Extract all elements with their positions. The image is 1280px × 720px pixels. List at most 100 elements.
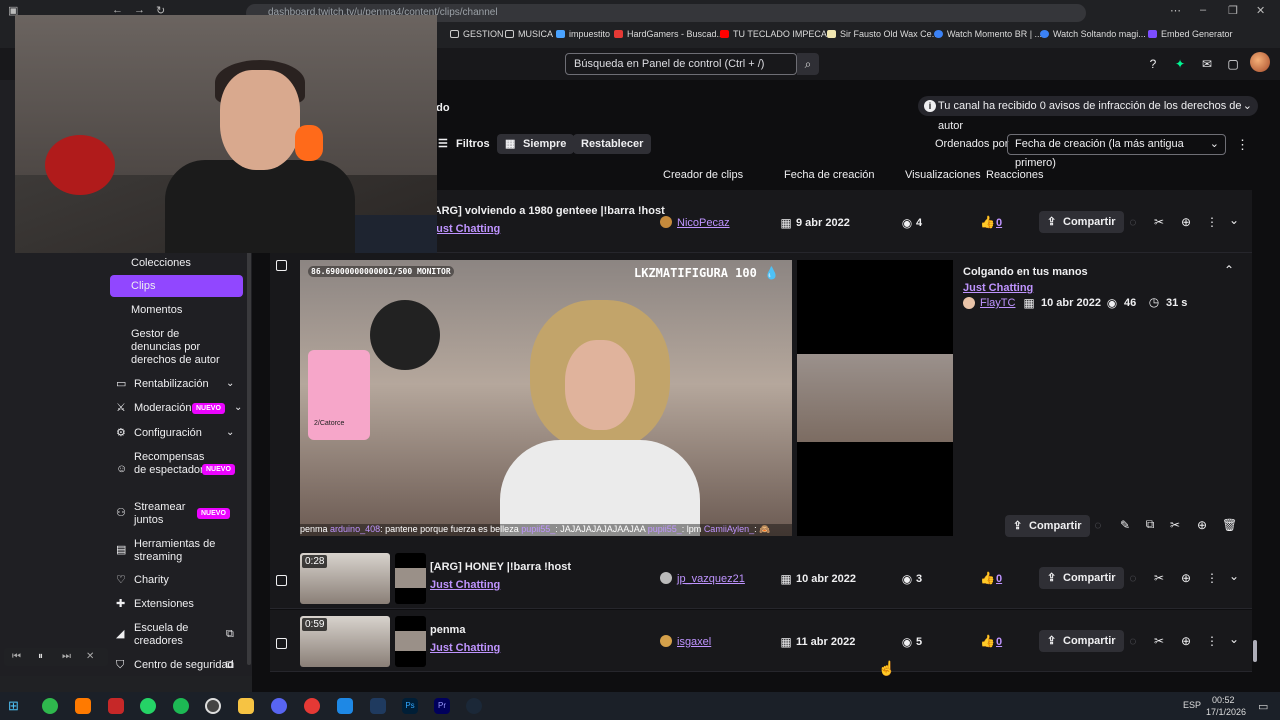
clip-video-player[interactable]: 2/Catorce bbox=[300, 260, 792, 536]
bookmark-link[interactable]: Watch Momento BR | ... bbox=[934, 29, 1042, 39]
edit-icon[interactable]: ✎ bbox=[1118, 518, 1132, 532]
obs-icon[interactable] bbox=[205, 698, 221, 714]
chevron-down-icon[interactable]: ⌄ bbox=[1227, 632, 1241, 646]
app-icon[interactable] bbox=[370, 698, 386, 714]
column-header-creator[interactable]: Creador de clips bbox=[663, 169, 743, 181]
sidebar-item-escuela[interactable]: Escuela de creadores bbox=[134, 622, 204, 648]
sidebar-item-copyright[interactable]: Gestor de denuncias por derechos de auto… bbox=[131, 328, 231, 367]
clip-creator[interactable]: FlayTC bbox=[980, 297, 1015, 309]
external-link-icon[interactable]: ⧉ bbox=[1143, 517, 1157, 532]
download-icon[interactable]: ⊕ bbox=[1179, 634, 1193, 648]
chevron-down-icon[interactable]: ⌄ bbox=[226, 427, 234, 438]
sparkle-icon[interactable]: ✦ bbox=[1173, 57, 1187, 71]
date-range-button[interactable]: ▦ Siempre bbox=[497, 134, 575, 154]
sidebar-item-charity[interactable]: Charity bbox=[134, 574, 169, 587]
sort-select[interactable]: Fecha de creación (la más antigua primer… bbox=[1007, 134, 1226, 169]
clip-reactions[interactable]: 0 bbox=[996, 573, 1002, 585]
sidebar-item-streamear-juntos[interactable]: Streamear juntos bbox=[134, 501, 194, 527]
chevron-down-icon[interactable]: ⌄ bbox=[226, 378, 234, 389]
windows-start-icon[interactable]: ⊞ bbox=[8, 698, 24, 714]
download-icon[interactable]: ⊕ bbox=[1195, 518, 1209, 532]
chevron-down-icon[interactable]: ⌄ bbox=[234, 402, 242, 413]
language-indicator[interactable]: ESP bbox=[1183, 700, 1201, 710]
column-header-views[interactable]: Visualizaciones bbox=[905, 169, 981, 181]
main-scrollbar[interactable] bbox=[1253, 640, 1257, 662]
clip-category[interactable]: Just Chatting bbox=[963, 282, 1033, 294]
chevron-up-icon[interactable]: ⌃ bbox=[1222, 263, 1236, 277]
bookmark-folder[interactable]: MUSICA bbox=[505, 29, 553, 39]
bookmark-link[interactable]: HardGamers - Buscad... bbox=[614, 29, 724, 39]
sidebar-item-herramientas[interactable]: Herramientas de streaming bbox=[134, 538, 234, 564]
clip-category[interactable]: Just Chatting bbox=[430, 579, 500, 591]
clock-time[interactable]: 00:52 bbox=[1212, 695, 1235, 705]
sidebar-item-seguridad[interactable]: Centro de seguridad bbox=[134, 659, 234, 672]
app-icon[interactable] bbox=[108, 698, 124, 714]
sidebar-item-configuracion[interactable]: Configuración bbox=[134, 427, 202, 440]
scissors-icon[interactable]: ✂ bbox=[1152, 634, 1166, 648]
bookmark-link[interactable]: impuestito bbox=[556, 29, 610, 39]
menu-icon[interactable]: ⋯ bbox=[1170, 4, 1181, 17]
help-icon[interactable]: ? bbox=[1146, 57, 1160, 71]
folder-icon[interactable] bbox=[238, 698, 254, 714]
row-checkbox[interactable] bbox=[276, 260, 287, 271]
avatar[interactable] bbox=[1250, 52, 1270, 72]
app-icon[interactable] bbox=[75, 698, 91, 714]
share-button[interactable]: ⇪ Compartir bbox=[1039, 630, 1124, 652]
clip-title[interactable]: [ARG] HONEY |!barra !host bbox=[430, 561, 571, 573]
sidebar-item-colecciones[interactable]: Colecciones bbox=[131, 257, 191, 270]
clip-title[interactable]: [ARG] volviendo a 1980 genteee |!barra !… bbox=[430, 205, 665, 217]
clip-creator[interactable]: NicoPecaz bbox=[677, 217, 730, 229]
pause-icon[interactable]: ⏸ bbox=[38, 651, 43, 662]
search-icon[interactable]: ⌕ bbox=[797, 53, 819, 75]
clip-vertical-thumbnail[interactable] bbox=[395, 616, 426, 667]
notifications-icon[interactable]: ▭ bbox=[1258, 700, 1268, 713]
row-checkbox[interactable] bbox=[276, 638, 287, 649]
clip-category[interactable]: Just Chatting bbox=[430, 223, 500, 235]
chevron-down-icon[interactable]: ⌄ bbox=[1227, 213, 1241, 227]
spotify-icon[interactable] bbox=[173, 698, 189, 714]
more-options-icon[interactable]: ⋮ bbox=[1236, 137, 1249, 153]
share-button[interactable]: ⇪ Compartir bbox=[1039, 211, 1124, 233]
clip-vertical-thumbnail[interactable] bbox=[395, 553, 426, 604]
external-link-icon[interactable]: ⧉ bbox=[226, 628, 238, 640]
download-icon[interactable]: ⊕ bbox=[1179, 215, 1193, 229]
maximize-icon[interactable]: ❐ bbox=[1228, 4, 1238, 17]
column-header-reactions[interactable]: Reacciones bbox=[986, 169, 1043, 181]
chevron-down-icon[interactable]: ⌄ bbox=[1227, 569, 1241, 583]
more-options-icon[interactable]: ⋮ bbox=[1205, 571, 1219, 585]
share-button[interactable]: ⇪ Compartir bbox=[1039, 567, 1124, 589]
scissors-icon[interactable]: ✂ bbox=[1168, 518, 1182, 532]
photoshop-icon[interactable]: Ps bbox=[402, 698, 418, 714]
app-icon[interactable] bbox=[42, 698, 58, 714]
clip-reactions[interactable]: 0 bbox=[996, 636, 1002, 648]
whatsapp-icon[interactable] bbox=[140, 698, 156, 714]
bookmark-link[interactable]: TU TECLADO IMPECA... bbox=[720, 29, 834, 39]
premiere-icon[interactable]: Pr bbox=[434, 698, 450, 714]
close-icon[interactable]: ✕ bbox=[1256, 4, 1265, 17]
download-icon[interactable]: ⊕ bbox=[1179, 571, 1193, 585]
sidebar-item-recompensas[interactable]: Recompensas de espectador bbox=[134, 451, 204, 477]
more-options-icon[interactable]: ⋮ bbox=[1205, 215, 1219, 229]
clip-creator[interactable]: jp_vazquez21 bbox=[677, 573, 745, 585]
clip-thumbnail[interactable]: 0:28 bbox=[300, 553, 390, 604]
bookmark-folder[interactable]: GESTION bbox=[450, 29, 504, 39]
bookmark-link[interactable]: Embed Generator bbox=[1148, 29, 1233, 39]
copyright-notice[interactable]: i Tu canal ha recibido 0 avisos de infra… bbox=[918, 96, 1258, 132]
clip-thumbnail[interactable]: 0:59 bbox=[300, 616, 390, 667]
steam-icon[interactable] bbox=[466, 698, 482, 714]
sidebar-item-extensiones[interactable]: Extensiones bbox=[134, 598, 194, 611]
clip-creator[interactable]: isgaxel bbox=[677, 636, 711, 648]
minimize-icon[interactable]: – bbox=[1200, 4, 1206, 16]
inbox-icon[interactable]: ✉ bbox=[1200, 57, 1214, 71]
delete-icon[interactable]: 🗑 bbox=[1222, 518, 1237, 532]
filters-button[interactable]: ☰ Filtros bbox=[430, 134, 498, 154]
column-header-date[interactable]: Fecha de creación bbox=[784, 169, 875, 181]
clip-title[interactable]: penma bbox=[430, 624, 465, 636]
mute-icon[interactable]: ✕ bbox=[86, 651, 94, 662]
more-options-icon[interactable]: ⋮ bbox=[1205, 634, 1219, 648]
whispers-icon[interactable]: ▢ bbox=[1226, 57, 1240, 71]
scissors-icon[interactable]: ✂ bbox=[1152, 571, 1166, 585]
sidebar-item-momentos[interactable]: Momentos bbox=[131, 304, 182, 317]
sidebar-item-rentabilizacion[interactable]: Rentabilización bbox=[134, 378, 209, 391]
app-icon[interactable] bbox=[337, 698, 353, 714]
